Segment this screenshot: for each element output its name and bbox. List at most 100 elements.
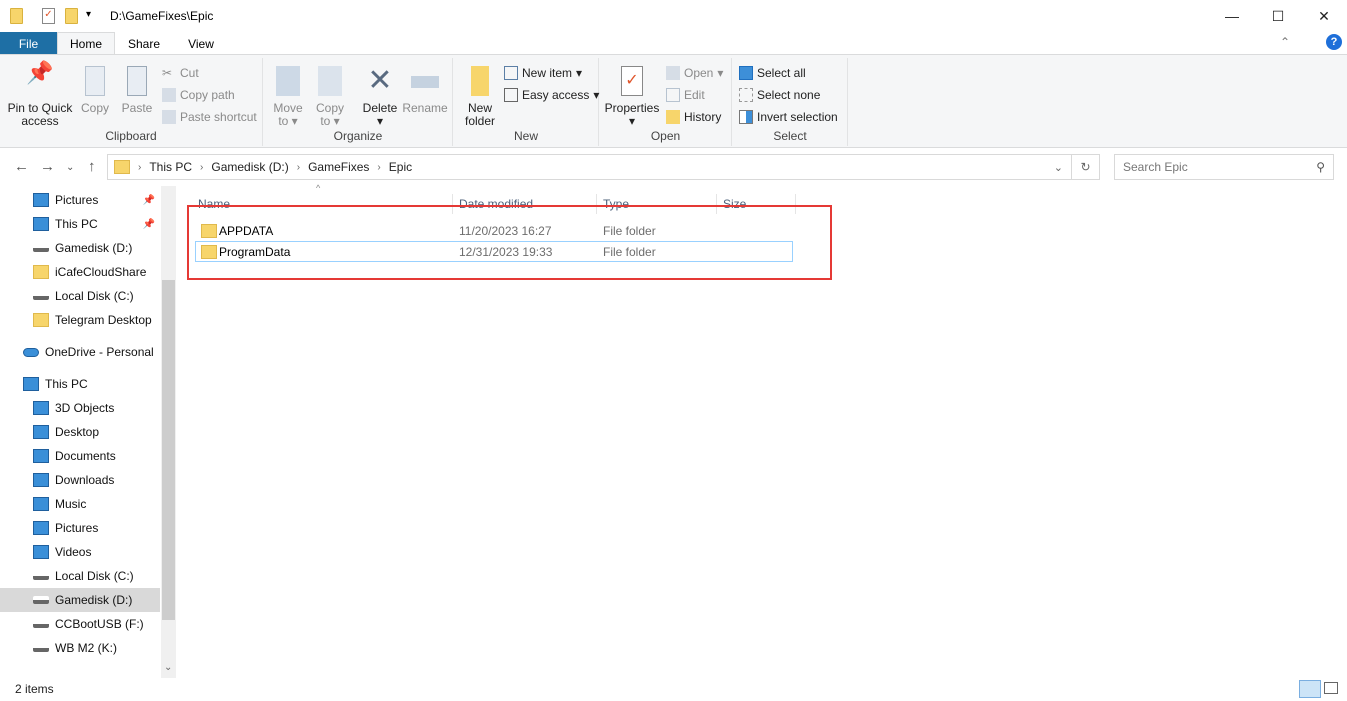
sidebar-item[interactable]: Pictures xyxy=(0,516,160,540)
select-group: Select all Select none Invert selection … xyxy=(733,58,848,146)
sidebar-item-label: Pictures xyxy=(55,521,99,535)
sidebar-item[interactable]: Music xyxy=(0,492,160,516)
history-label: History xyxy=(684,110,722,124)
tab-share[interactable]: Share xyxy=(120,32,168,55)
pin-icon: 📌 xyxy=(26,60,54,85)
sidebar-item[interactable]: Gamedisk (D:) xyxy=(0,236,160,260)
highlight-annotation xyxy=(187,205,832,280)
sidebar-item-label: Local Disk (C:) xyxy=(55,569,134,583)
edit-icon xyxy=(666,88,680,102)
sidebar-item-label: OneDrive - Personal xyxy=(45,345,154,359)
sidebar-item[interactable]: Gamedisk (D:) xyxy=(0,588,160,612)
sidebar-item[interactable]: iCafeCloudShare xyxy=(0,260,160,284)
sidebar-item-label: WB M2 (K:) xyxy=(55,641,117,655)
recent-locations-button[interactable]: ⌄ xyxy=(66,162,74,173)
sidebar-item[interactable]: This PC xyxy=(0,372,160,396)
select-none-button[interactable]: Select none xyxy=(739,86,820,104)
breadcrumb-this-pc[interactable]: This PC xyxy=(149,160,192,174)
paste-icon xyxy=(127,66,147,96)
tab-file[interactable]: File xyxy=(0,32,57,55)
folder-icon xyxy=(10,8,23,24)
properties-button[interactable]: ✓ Properties ▾ xyxy=(604,66,660,128)
history-button[interactable]: History xyxy=(666,108,721,126)
tab-home[interactable]: Home xyxy=(57,32,115,55)
details-view-button[interactable] xyxy=(1299,680,1321,698)
large-icons-view-button[interactable] xyxy=(1324,682,1338,694)
customize-quick-access-icon[interactable]: ▾ xyxy=(86,9,91,20)
address-bar[interactable]: › This PC › Gamedisk (D:) › GameFixes › Epi… xyxy=(107,154,1072,180)
maximize-button[interactable]: ☐ xyxy=(1255,0,1301,32)
close-button[interactable]: ✕ xyxy=(1301,0,1347,32)
clipboard-group: 📌 Pin to Quick access Copy Paste ✂ Cut Cop… xyxy=(0,58,263,146)
sidebar-item[interactable]: Documents xyxy=(0,444,160,468)
refresh-button[interactable]: ↻ xyxy=(1072,154,1100,180)
sidebar-item[interactable]: Telegram Desktop xyxy=(0,308,160,332)
title-bar: ✓ ▾ D:\GameFixes\Epic — ☐ ✕ xyxy=(0,0,1347,32)
desktop-icon xyxy=(33,425,49,439)
sidebar-item[interactable]: OneDrive - Personal xyxy=(0,340,160,364)
search-box[interactable]: Search Epic ⚲ xyxy=(1114,154,1334,180)
properties-icon: ✓ xyxy=(621,66,643,96)
new-folder-button[interactable]: New folder xyxy=(460,66,500,128)
select-all-button[interactable]: Select all xyxy=(739,64,806,82)
invert-selection-button[interactable]: Invert selection xyxy=(739,108,838,126)
copy-button[interactable]: Copy xyxy=(77,66,113,115)
edit-button[interactable]: Edit xyxy=(666,86,705,104)
new-label: New xyxy=(513,129,538,143)
breadcrumb-epic[interactable]: Epic xyxy=(389,160,412,174)
status-item-count: 2 items xyxy=(15,682,54,696)
delete-x-icon: ✕ xyxy=(367,64,393,97)
onedrive-icon xyxy=(23,347,39,357)
sidebar-item-label: Gamedisk (D:) xyxy=(55,593,133,607)
open-button[interactable]: Open ▾ xyxy=(666,64,723,82)
address-dropdown-icon[interactable]: ⌄ xyxy=(1054,161,1063,174)
copy-to-icon xyxy=(318,66,342,96)
up-button[interactable]: ↑ xyxy=(88,158,96,175)
search-input[interactable]: Search Epic xyxy=(1123,160,1188,174)
forward-button[interactable]: → xyxy=(40,158,55,175)
help-icon[interactable]: ? xyxy=(1326,34,1342,50)
documents-icon xyxy=(33,449,49,463)
copy-path-button[interactable]: Copy path xyxy=(162,86,235,104)
pinned-icon: 📌 xyxy=(142,194,155,206)
paste-button[interactable]: Paste xyxy=(118,66,156,115)
sidebar-item[interactable]: This PC 📌 xyxy=(0,212,160,236)
paste-shortcut-button[interactable]: Paste shortcut xyxy=(162,108,257,126)
sidebar-item-label: Documents xyxy=(55,449,116,463)
properties-quick-icon[interactable]: ✓ xyxy=(42,8,55,24)
sidebar-item[interactable]: Local Disk (C:) xyxy=(0,284,160,308)
pin-to-quick-access-button[interactable]: 📌 Pin to Quick access xyxy=(5,60,75,128)
sidebar-item[interactable]: Local Disk (C:) xyxy=(0,564,160,588)
collapse-ribbon-icon[interactable]: ⌃ xyxy=(1280,35,1290,49)
sidebar-item[interactable]: WB M2 (K:) xyxy=(0,636,160,660)
sidebar-item-label: This PC xyxy=(55,217,98,231)
breadcrumb-gamedisk[interactable]: Gamedisk (D:) xyxy=(211,160,288,174)
sidebar-item[interactable]: Pictures 📌 xyxy=(0,188,160,212)
sidebar-item[interactable]: 3D Objects xyxy=(0,396,160,420)
rename-button[interactable]: Rename xyxy=(402,66,448,115)
cut-button[interactable]: ✂ Cut xyxy=(162,64,199,82)
new-item-button[interactable]: New item ▾ xyxy=(504,64,582,82)
sidebar-item[interactable]: Desktop xyxy=(0,420,160,444)
minimize-button[interactable]: — xyxy=(1209,0,1255,32)
sidebar-item[interactable]: Downloads xyxy=(0,468,160,492)
sidebar-item-label: Local Disk (C:) xyxy=(55,289,134,303)
drive-icon xyxy=(33,292,49,300)
sidebar-item[interactable]: Videos xyxy=(0,540,160,564)
pictures-icon xyxy=(33,521,49,535)
move-to-button[interactable]: Move to ▾ xyxy=(270,66,306,128)
pin-label-2: access xyxy=(21,114,59,128)
delete-button[interactable]: ✕ Delete ▾ xyxy=(360,66,400,128)
back-button[interactable]: ← xyxy=(14,158,29,175)
tab-view[interactable]: View xyxy=(178,32,224,55)
breadcrumb-gamefixes[interactable]: GameFixes xyxy=(308,160,369,174)
select-label: Select xyxy=(773,129,807,143)
scissors-icon: ✂ xyxy=(162,66,173,80)
sidebar-item[interactable]: CCBootUSB (F:) xyxy=(0,612,160,636)
easy-access-button[interactable]: Easy access ▾ xyxy=(504,86,599,104)
new-folder-quick-icon[interactable] xyxy=(65,8,78,24)
organize-label: Organize xyxy=(333,129,383,143)
copy-to-button[interactable]: Copy to ▾ xyxy=(312,66,348,128)
scrollbar-thumb[interactable] xyxy=(162,280,175,620)
scroll-down-icon[interactable]: ⌄ xyxy=(164,662,172,673)
